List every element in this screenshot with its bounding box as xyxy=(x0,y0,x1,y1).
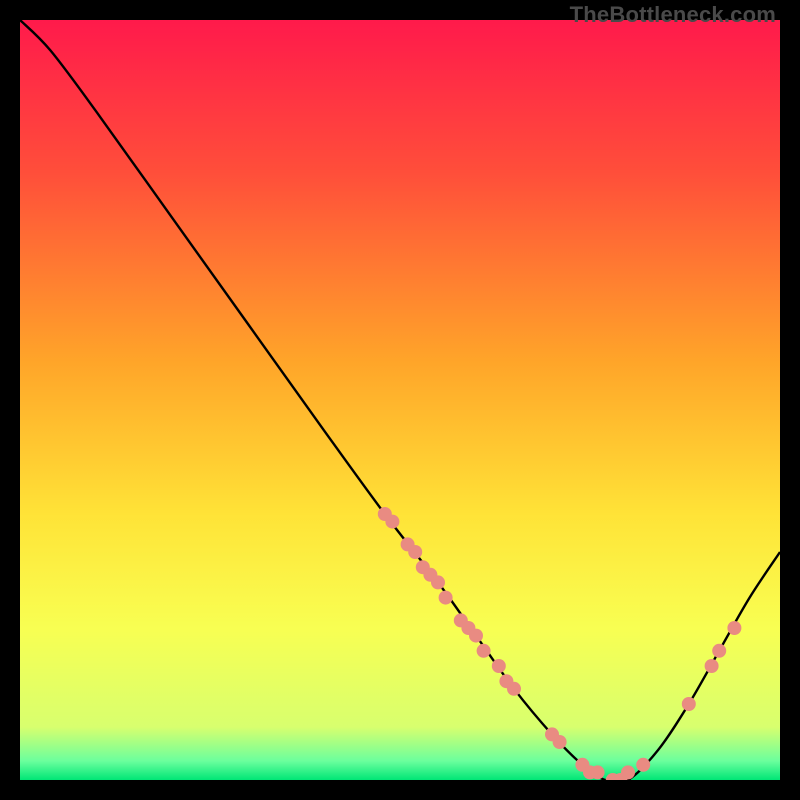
highlight-dot xyxy=(431,575,445,589)
highlight-dot xyxy=(705,659,719,673)
chart-background xyxy=(20,20,780,780)
highlight-dot xyxy=(712,644,726,658)
bottleneck-chart xyxy=(20,20,780,780)
watermark-text: TheBottleneck.com xyxy=(570,2,776,28)
highlight-dot xyxy=(408,545,422,559)
highlight-dot xyxy=(439,591,453,605)
highlight-dot xyxy=(469,629,483,643)
highlight-dot xyxy=(591,765,605,779)
highlight-dot xyxy=(477,644,491,658)
highlight-dot xyxy=(682,697,696,711)
highlight-dot xyxy=(553,735,567,749)
highlight-dot xyxy=(385,515,399,529)
highlight-dot xyxy=(621,765,635,779)
highlight-dot xyxy=(727,621,741,635)
highlight-dot xyxy=(636,758,650,772)
highlight-dot xyxy=(492,659,506,673)
chart-frame xyxy=(20,20,780,780)
highlight-dot xyxy=(507,682,521,696)
